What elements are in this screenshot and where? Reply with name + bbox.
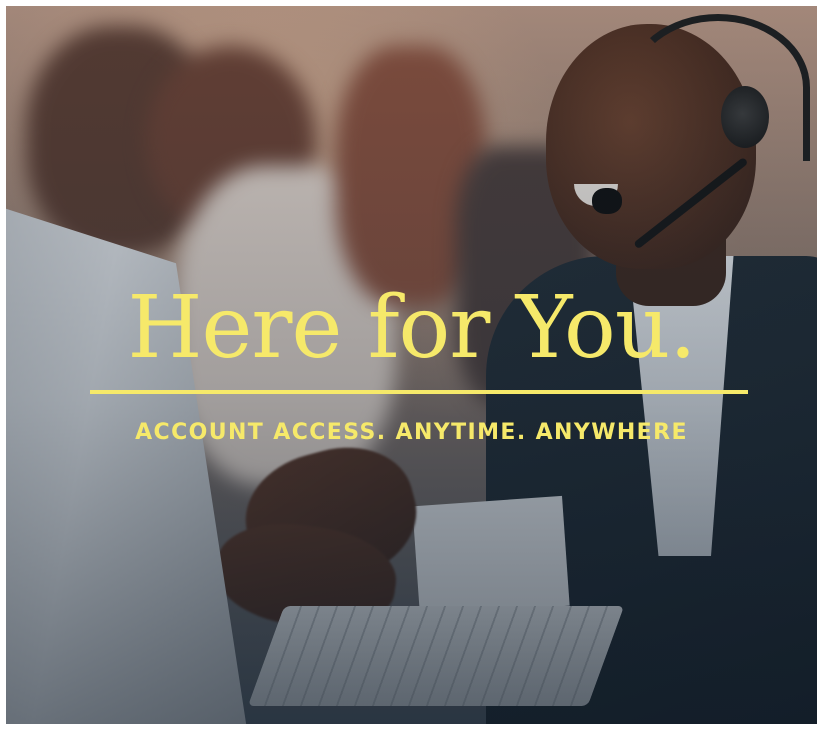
headline-divider (90, 390, 748, 394)
hero-banner: Here for You. ACCOUNT ACCESS. ANYTIME. A… (6, 6, 817, 724)
hero-headline: Here for You. (127, 278, 696, 378)
hero-tagline: ACCOUNT ACCESS. ANYTIME. ANYWHERE (135, 420, 688, 445)
